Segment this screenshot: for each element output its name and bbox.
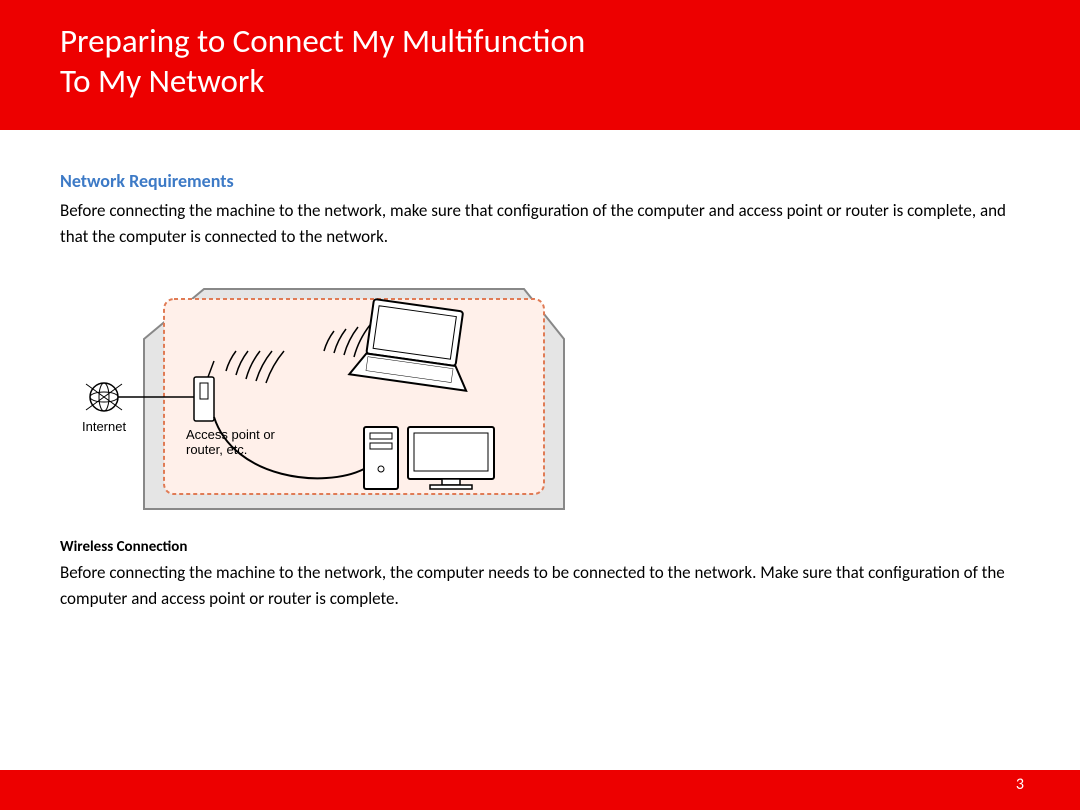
title-line-2: To My Network bbox=[60, 61, 264, 101]
section-body: Before connecting the machine to the net… bbox=[60, 198, 1020, 249]
desktop-tower-icon bbox=[364, 427, 398, 489]
wireless-heading: Wireless Connection bbox=[60, 538, 1020, 556]
section-heading: Network Requirements bbox=[60, 170, 1020, 192]
slide-header: Preparing to Connect My Multifunction To… bbox=[0, 0, 1080, 131]
wireless-body: Before connecting the machine to the net… bbox=[60, 560, 1020, 611]
internet-icon bbox=[86, 383, 122, 411]
title-line-1: Preparing to Connect My Multifunction bbox=[60, 21, 585, 61]
page-number: 3 bbox=[1016, 775, 1024, 794]
router-label-2: router, etc. bbox=[186, 442, 247, 457]
monitor-icon bbox=[408, 427, 494, 489]
page-body: Network Requirements Before connecting t… bbox=[0, 130, 1080, 770]
network-diagram: Internet Access point or router, etc. bbox=[64, 269, 1020, 524]
internet-label: Internet bbox=[82, 419, 126, 434]
page-title: Preparing to Connect My Multifunction To… bbox=[60, 22, 1020, 101]
router-label-1: Access point or bbox=[186, 427, 276, 442]
